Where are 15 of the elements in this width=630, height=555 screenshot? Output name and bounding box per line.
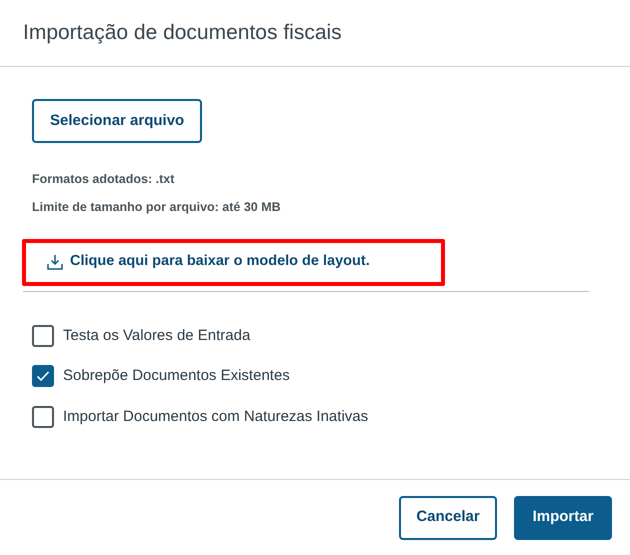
checkbox[interactable] [32,365,54,388]
checkbox[interactable] [32,406,54,428]
cancel-button[interactable]: Cancelar [399,496,497,540]
info-text: Formatos adotados: .txt [32,171,176,188]
download-layout-link[interactable]: Clique aqui para baixar o modelo de layout. [46,251,370,273]
option-label: Sobrepõe Documentos Existentes [63,366,290,386]
option-label: Testa os Valores de Entrada [63,326,250,346]
info-text: Limite de tamanho por arquivo: até 30 MB [32,198,282,216]
select-file-button[interactable]: Selecionar arquivo [32,99,202,143]
download-icon [46,253,64,271]
checkmark-icon [36,370,50,382]
option-label: Importar Documentos com Naturezas Inativas [63,406,368,426]
import-button[interactable]: Importar [514,496,612,540]
dialog-title: Importação de documentos fiscais [23,20,342,46]
checkbox[interactable] [32,324,54,347]
